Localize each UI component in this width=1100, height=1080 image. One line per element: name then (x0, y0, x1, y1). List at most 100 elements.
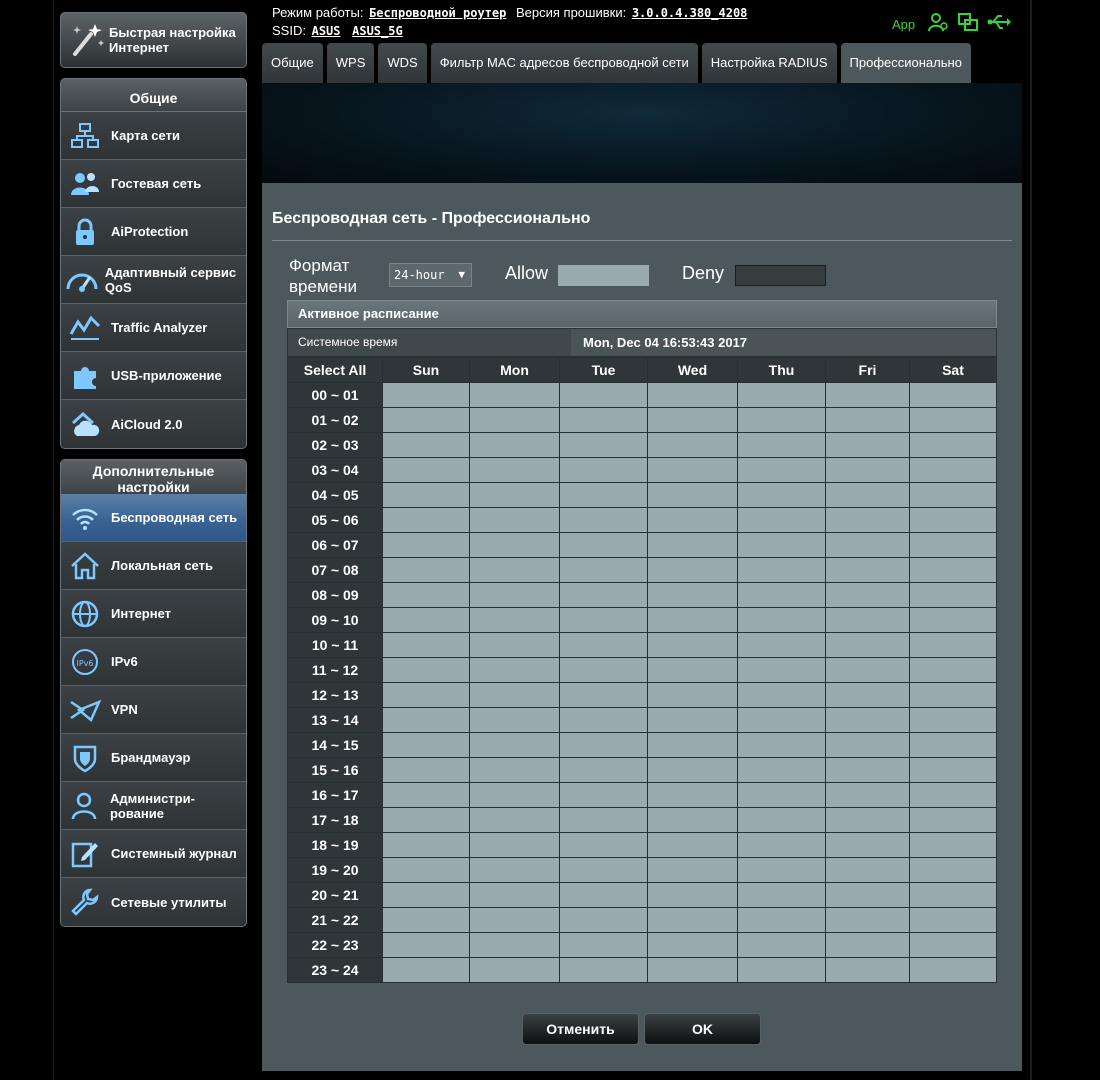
schedule-cell[interactable] (909, 607, 997, 633)
schedule-cell[interactable] (469, 657, 560, 683)
schedule-cell[interactable] (647, 582, 738, 608)
usb-icon[interactable] (987, 12, 1012, 37)
hour-header[interactable]: 01 ~ 02 (287, 407, 383, 433)
schedule-cell[interactable] (825, 507, 910, 533)
schedule-cell[interactable] (382, 582, 470, 608)
hour-header[interactable]: 12 ~ 13 (287, 682, 383, 708)
schedule-cell[interactable] (647, 932, 738, 958)
schedule-cell[interactable] (382, 932, 470, 958)
schedule-cell[interactable] (469, 432, 560, 458)
schedule-cell[interactable] (825, 882, 910, 908)
hour-header[interactable]: 21 ~ 22 (287, 907, 383, 933)
schedule-cell[interactable] (559, 832, 648, 858)
schedule-cell[interactable] (647, 607, 738, 633)
schedule-cell[interactable] (469, 482, 560, 508)
schedule-cell[interactable] (559, 882, 648, 908)
day-header[interactable]: Fri (825, 357, 910, 383)
schedule-cell[interactable] (559, 457, 648, 483)
schedule-cell[interactable] (909, 682, 997, 708)
schedule-cell[interactable] (825, 757, 910, 783)
schedule-cell[interactable] (559, 907, 648, 933)
schedule-cell[interactable] (825, 707, 910, 733)
schedule-cell[interactable] (737, 707, 826, 733)
schedule-cell[interactable] (469, 832, 560, 858)
sidebar-item-general-2[interactable]: AiProtection (61, 208, 246, 256)
schedule-cell[interactable] (647, 632, 738, 658)
schedule-cell[interactable] (382, 382, 470, 408)
day-header[interactable]: Tue (559, 357, 648, 383)
schedule-cell[interactable] (909, 382, 997, 408)
schedule-cell[interactable] (647, 507, 738, 533)
hour-header[interactable]: 00 ~ 01 (287, 382, 383, 408)
day-header[interactable]: Wed (647, 357, 738, 383)
schedule-cell[interactable] (909, 457, 997, 483)
schedule-cell[interactable] (825, 932, 910, 958)
schedule-cell[interactable] (559, 807, 648, 833)
day-header[interactable]: Sat (909, 357, 997, 383)
schedule-cell[interactable] (382, 457, 470, 483)
schedule-cell[interactable] (737, 682, 826, 708)
schedule-cell[interactable] (382, 957, 470, 983)
schedule-cell[interactable] (559, 557, 648, 583)
schedule-cell[interactable] (469, 407, 560, 433)
schedule-cell[interactable] (737, 407, 826, 433)
schedule-cell[interactable] (737, 557, 826, 583)
sidebar-item-advanced-5[interactable]: Брандмауэр (61, 734, 246, 782)
schedule-cell[interactable] (825, 832, 910, 858)
schedule-cell[interactable] (469, 532, 560, 558)
schedule-cell[interactable] (559, 432, 648, 458)
schedule-cell[interactable] (382, 907, 470, 933)
schedule-cell[interactable] (737, 932, 826, 958)
schedule-cell[interactable] (909, 582, 997, 608)
schedule-cell[interactable] (825, 782, 910, 808)
schedule-cell[interactable] (382, 407, 470, 433)
schedule-cell[interactable] (647, 807, 738, 833)
schedule-cell[interactable] (825, 632, 910, 658)
schedule-cell[interactable] (469, 907, 560, 933)
schedule-cell[interactable] (382, 707, 470, 733)
quick-setup-button[interactable]: Быстрая настройка Интернет (60, 12, 247, 68)
hour-header[interactable]: 02 ~ 03 (287, 432, 383, 458)
schedule-cell[interactable] (909, 882, 997, 908)
schedule-cell[interactable] (559, 707, 648, 733)
schedule-cell[interactable] (647, 657, 738, 683)
sidebar-item-general-3[interactable]: Адаптивный сервис QoS (61, 256, 246, 304)
hour-header[interactable]: 05 ~ 06 (287, 507, 383, 533)
schedule-cell[interactable] (647, 732, 738, 758)
schedule-cell[interactable] (382, 532, 470, 558)
schedule-cell[interactable] (382, 632, 470, 658)
schedule-cell[interactable] (469, 682, 560, 708)
schedule-cell[interactable] (382, 882, 470, 908)
schedule-cell[interactable] (469, 507, 560, 533)
schedule-cell[interactable] (469, 807, 560, 833)
schedule-cell[interactable] (737, 507, 826, 533)
schedule-cell[interactable] (559, 407, 648, 433)
schedule-cell[interactable] (737, 782, 826, 808)
schedule-cell[interactable] (469, 707, 560, 733)
schedule-cell[interactable] (469, 557, 560, 583)
schedule-cell[interactable] (737, 882, 826, 908)
schedule-cell[interactable] (559, 582, 648, 608)
schedule-cell[interactable] (559, 482, 648, 508)
schedule-cell[interactable] (382, 857, 470, 883)
schedule-cell[interactable] (825, 457, 910, 483)
schedule-cell[interactable] (737, 432, 826, 458)
schedule-cell[interactable] (737, 532, 826, 558)
schedule-cell[interactable] (909, 732, 997, 758)
schedule-cell[interactable] (909, 957, 997, 983)
schedule-cell[interactable] (559, 382, 648, 408)
schedule-cell[interactable] (559, 857, 648, 883)
hour-header[interactable]: 18 ~ 19 (287, 832, 383, 858)
schedule-cell[interactable] (737, 607, 826, 633)
sidebar-item-advanced-2[interactable]: Интернет (61, 590, 246, 638)
schedule-cell[interactable] (382, 807, 470, 833)
schedule-cell[interactable] (737, 457, 826, 483)
schedule-cell[interactable] (559, 507, 648, 533)
schedule-cell[interactable] (737, 832, 826, 858)
day-header[interactable]: Thu (737, 357, 826, 383)
schedule-cell[interactable] (559, 632, 648, 658)
hour-header[interactable]: 23 ~ 24 (287, 957, 383, 983)
schedule-cell[interactable] (825, 857, 910, 883)
schedule-cell[interactable] (647, 557, 738, 583)
schedule-cell[interactable] (737, 632, 826, 658)
